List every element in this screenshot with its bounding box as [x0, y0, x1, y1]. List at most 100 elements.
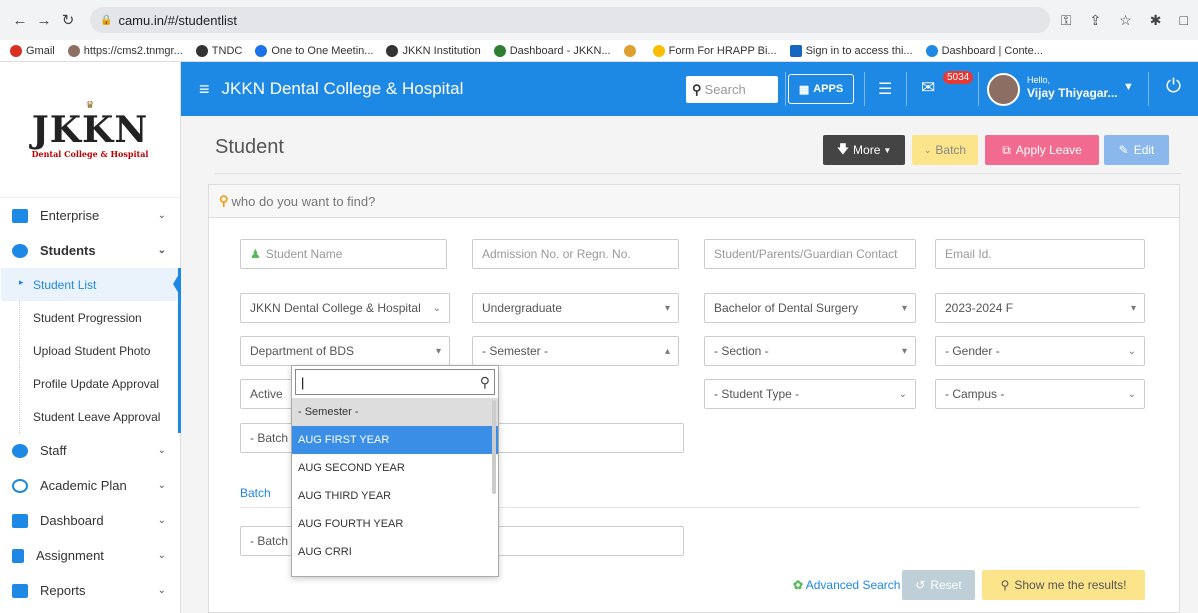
dropdown-option[interactable]: AUG THIRD YEAR — [292, 482, 498, 510]
logo[interactable]: ♛ JKKN Dental College & Hospital — [0, 62, 180, 198]
academic-year-select[interactable]: 2023-2024 F ▾ — [935, 293, 1145, 323]
hidden-select[interactable] — [472, 423, 684, 453]
admission-input[interactable]: Admission No. or Regn. No. — [472, 239, 679, 269]
bookmark-cms[interactable]: https://cms2.tnmgr... — [67, 44, 183, 57]
bookmark-jkkn[interactable]: JKKN Institution — [386, 44, 481, 57]
advanced-search-link[interactable]: ✿ Advanced Search — [793, 578, 900, 592]
bookmark-signin[interactable]: Sign in to access thi... — [789, 44, 913, 57]
sidebar-subitem-student-progression[interactable]: Student Progression — [0, 301, 178, 334]
program-select[interactable]: Bachelor of Dental Surgery ▾ — [704, 293, 916, 323]
caret-down-icon[interactable]: ▼ — [1123, 81, 1134, 93]
building-icon — [12, 208, 28, 223]
chevron-down-icon: ⌄ — [157, 585, 166, 596]
bookmark-dashboard-conte[interactable]: Dashboard | Conte... — [925, 44, 1043, 57]
back-icon[interactable]: ← — [8, 12, 32, 29]
sidebar-item-assignment[interactable]: Assignment ⌄ — [0, 538, 180, 573]
sidebar-item-students[interactable]: Students ⌄ — [0, 233, 180, 268]
extensions-icon[interactable]: ✱ — [1150, 12, 1162, 29]
sidebar-item-academic-plan[interactable]: Academic Plan ⌄ — [0, 468, 180, 503]
address-bar[interactable]: 🔒 camu.in/#/studentlist — [90, 7, 1050, 33]
institution-select[interactable]: JKKN Dental College & Hospital ⌄ — [240, 293, 450, 323]
bookmark-tndc[interactable]: TNDC — [195, 44, 242, 57]
semester-dropdown: | ⚲ - Semester - AUG FIRST YEAR AUG SECO… — [291, 365, 499, 577]
edit-button[interactable]: ✎ Edit — [1104, 135, 1169, 165]
search-icon: ⚲ — [1000, 578, 1010, 592]
caret-down-icon: ▾ — [1130, 302, 1136, 314]
email-input[interactable]: Email Id. — [935, 239, 1145, 269]
contact-input[interactable]: Student/Parents/Guardian Contact — [704, 239, 916, 269]
reset-button[interactable]: ↺ Reset — [902, 570, 975, 600]
greeting-text: Hello, — [1027, 75, 1051, 85]
sidebar-item-reports[interactable]: Reports ⌄ — [0, 573, 180, 608]
key-icon[interactable]: ⚿ — [1061, 12, 1072, 29]
sidebar-item-dashboard[interactable]: Dashboard ⌄ — [0, 503, 180, 538]
mail-icon[interactable]: ✉ — [921, 78, 935, 98]
reload-icon[interactable]: ↻ — [56, 11, 80, 29]
global-search-input[interactable]: ⚲ Search — [686, 76, 778, 103]
undo-icon: ↺ — [915, 578, 926, 592]
external-link-icon: ⧉ — [1002, 142, 1011, 157]
sidebar-subitem-leave-approval[interactable]: Student Leave Approval — [0, 400, 178, 433]
app-title: JKKN Dental College & Hospital — [221, 79, 464, 98]
search-panel-header: ⚲ who do you want to find? — [209, 185, 1179, 218]
sidebar-subitem-student-list[interactable]: Student List — [0, 268, 179, 301]
share-icon[interactable]: ⇪ — [1090, 12, 1102, 29]
avatar[interactable] — [987, 73, 1020, 106]
bookmark-hrapp[interactable]: Form For HRAPP Bi... — [652, 44, 777, 57]
dropdown-search-input[interactable]: | ⚲ — [295, 369, 495, 395]
divider — [864, 72, 865, 106]
forward-icon[interactable]: → — [32, 12, 56, 29]
bookmark-meeting[interactable]: One to One Meetin... — [255, 44, 373, 57]
bookmark-dashboard-jkkn[interactable]: Dashboard - JKKN... — [493, 44, 611, 57]
dropdown-option[interactable]: - Semester - — [292, 398, 498, 426]
sidebar-subitem-upload-photo[interactable]: Upload Student Photo — [0, 334, 178, 367]
hamburger-icon[interactable]: ≡ — [199, 79, 210, 100]
bookmark-blank[interactable] — [623, 44, 640, 57]
hidden-select-2[interactable] — [472, 526, 684, 556]
arrow-down-icon: 🡇 — [836, 141, 850, 156]
server-icon[interactable]: ☰ — [878, 79, 892, 99]
divider — [1148, 72, 1149, 106]
dropdown-option[interactable]: AUG FIRST YEAR — [292, 426, 498, 454]
sidebar-subitem-profile-update[interactable]: Profile Update Approval — [0, 367, 178, 400]
divider — [215, 173, 1181, 174]
gender-select[interactable]: - Gender - ⌄ — [935, 336, 1145, 366]
globe-icon — [386, 44, 399, 57]
caret-down-icon: ▾ — [901, 302, 907, 314]
chevron-down-icon: ⌄ — [1127, 345, 1136, 357]
section-select[interactable]: - Section - ▾ — [704, 336, 916, 366]
divider — [978, 72, 979, 106]
chevron-down-icon: ⌄ — [923, 144, 932, 155]
window-icon[interactable]: □ — [1180, 12, 1188, 29]
power-icon[interactable]: ⏻ — [1166, 76, 1181, 98]
batch-button[interactable]: ⌄ Batch — [912, 135, 978, 165]
campus-select[interactable]: - Campus - ⌄ — [935, 379, 1145, 409]
search-icon: ⚲ — [479, 373, 490, 390]
caret-down-icon: ▼ — [883, 145, 892, 155]
sidebar-item-staff[interactable]: Staff ⌄ — [0, 433, 180, 468]
chevron-down-icon: ⌄ — [157, 245, 166, 256]
apply-leave-button[interactable]: ⧉ Apply Leave — [985, 135, 1099, 165]
chevron-down-icon: ⌄ — [157, 515, 166, 526]
users-icon — [12, 243, 28, 258]
batch-section-label: Batch — [240, 486, 271, 500]
more-button[interactable]: 🡇 More ▼ — [823, 135, 905, 165]
sidebar-item-enterprise[interactable]: Enterprise ⌄ — [0, 198, 180, 233]
department-select[interactable]: Department of BDS ▾ — [240, 336, 450, 366]
level-select[interactable]: Undergraduate ▾ — [472, 293, 679, 323]
dropdown-option[interactable]: AUG SECOND YEAR — [292, 454, 498, 482]
dropdown-scrollbar[interactable] — [492, 400, 496, 494]
dropdown-option[interactable]: AUG CRRI — [292, 538, 498, 566]
stopwatch-icon — [12, 478, 28, 493]
user-name[interactable]: Vijay Thiyagar... — [1027, 86, 1118, 100]
student-type-select[interactable]: - Student Type - ⌄ — [704, 379, 916, 409]
apps-button[interactable]: ▦ APPS — [788, 74, 854, 104]
show-results-button[interactable]: ⚲ Show me the results! — [982, 570, 1145, 600]
semester-select[interactable]: - Semester - ▴ — [472, 336, 679, 366]
bookmark-gmail[interactable]: Gmail — [10, 44, 55, 57]
star-icon[interactable]: ☆ — [1119, 12, 1132, 29]
chart-icon — [12, 583, 28, 598]
user-icon: ♟ — [250, 247, 261, 261]
dropdown-option[interactable]: AUG FOURTH YEAR — [292, 510, 498, 538]
student-name-input[interactable]: ♟ Student Name — [240, 239, 447, 269]
